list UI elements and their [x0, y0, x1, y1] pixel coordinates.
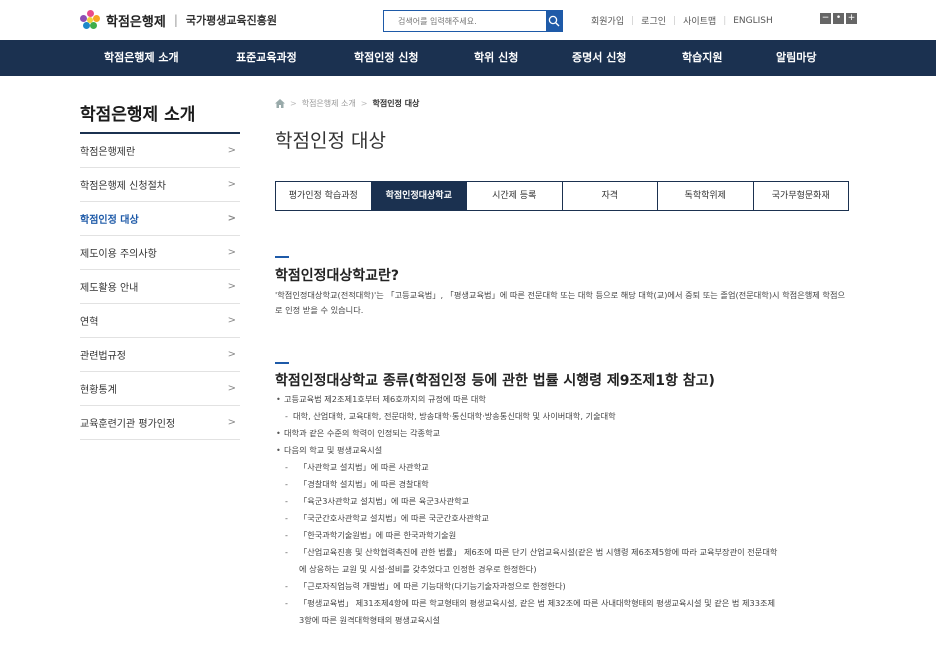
login-link[interactable]: 로그인 — [634, 14, 673, 27]
gnb-item-certificate[interactable]: 증명서 신청 — [572, 40, 626, 76]
tab-credit-schools[interactable]: 학점인정대상학교 — [371, 182, 467, 210]
list-item: 고등교육법 제2조제1호부터 제6호까지의 규정에 따른 대학 — [275, 391, 855, 408]
list-item: 「사관학교 설치법」에 따른 사관학교 — [275, 459, 855, 476]
section-marker — [275, 256, 289, 258]
gnb-item-notice[interactable]: 알림마당 — [776, 40, 816, 76]
sidebar-item-label: 학점은행제란 — [80, 147, 136, 158]
sidebar-item-label: 제도활용 안내 — [80, 283, 139, 294]
sidebar-item-label: 학점은행제 신청절차 — [80, 181, 166, 192]
list-item: 「국군간호사관학교 설치법」에 따른 국군간호사관학교 — [275, 510, 855, 527]
logo-organization: 국가평생교육진흥원 — [185, 14, 277, 27]
chevron-right-icon: > — [227, 315, 236, 326]
sidebar-item-procedure[interactable]: 학점은행제 신청절차 > — [80, 168, 240, 202]
sidebar-item-credit-target[interactable]: 학점인정 대상 > — [80, 202, 240, 236]
sidebar-item-label: 관련법규정 — [80, 351, 126, 362]
site-logo[interactable]: 학점은행제 | 국가평생교육진흥원 — [80, 10, 277, 30]
main-navigation: 학점은행제 소개 표준교육과정 학점인정 신청 학위 신청 증명서 신청 학습지… — [0, 40, 936, 76]
logo-title: 학점은행제 — [106, 14, 166, 30]
section-heading: 학점인정대상학교란? — [275, 268, 400, 284]
breadcrumb: > 학점은행제 소개 > 학점인정 대상 — [275, 98, 419, 109]
search-button[interactable] — [546, 11, 562, 31]
utility-links: 회원가입 | 로그인 | 사이트맵 | ENGLISH — [584, 14, 780, 28]
tab-self-study-degree[interactable]: 독학학위제 — [658, 182, 754, 210]
sidebar-item-label: 교육훈련기관 평가인정 — [80, 419, 176, 430]
list-item: 「경찰대학 설치법」에 따른 경찰대학 — [275, 476, 855, 493]
gnb-item-degree-apply[interactable]: 학위 신청 — [474, 40, 518, 76]
chevron-right-icon: > — [227, 349, 236, 360]
section-marker — [275, 362, 289, 364]
logo-flower-icon — [80, 10, 100, 30]
list-item: 다음의 학교 및 평생교육시설 — [275, 442, 855, 459]
sidebar-item-label: 현황통계 — [80, 385, 117, 396]
section-body: '학점인정대상학교(전적대학)'는 「고등교육법」, 「평생교육법」에 따른 전… — [275, 290, 846, 315]
sidebar-item-label: 제도이용 주의사항 — [80, 249, 157, 260]
zoom-controls: − • + — [820, 13, 857, 24]
logo-separator: | — [173, 13, 178, 27]
search-input[interactable] — [384, 11, 546, 31]
chevron-right-icon: > — [227, 281, 236, 292]
breadcrumb-separator: > — [360, 99, 368, 108]
chevron-right-icon: > — [227, 213, 236, 224]
list-item: 대학과 같은 수준의 학력이 인정되는 각종학교 — [275, 425, 855, 442]
zoom-out-icon[interactable]: − — [820, 13, 831, 24]
sidebar-item-regulations[interactable]: 관련법규정 > — [80, 338, 240, 372]
breadcrumb-item[interactable]: 학점은행제 소개 — [302, 98, 356, 109]
tab-intangible-heritage[interactable]: 국가무형문화재 — [754, 182, 849, 210]
list-item: 「근로자직업능력 개발법」에 따른 기능대학(다기능기술자과정으로 한정한다) — [275, 578, 855, 595]
search-icon — [548, 15, 560, 27]
sidebar-item-label: 연혁 — [80, 317, 99, 328]
signup-link[interactable]: 회원가입 — [584, 14, 631, 27]
sidebar-item-statistics[interactable]: 현황통계 > — [80, 372, 240, 406]
list-item: 대학, 산업대학, 교육대학, 전문대학, 방송대학·통신대학·방송통신대학 및… — [275, 408, 855, 425]
sidebar-item-history[interactable]: 연혁 > — [80, 304, 240, 338]
breadcrumb-current: 학점인정 대상 — [372, 99, 420, 108]
list-item: 「육군3사관학교 설치법」에 따른 육군3사관학교 — [275, 493, 855, 510]
gnb-item-learning-support[interactable]: 학습지원 — [682, 40, 722, 76]
sidebar-item-label: 학점인정 대상 — [80, 215, 139, 226]
list-item: 「평생교육법」 제31조제4항에 따른 학교형태의 평생교육시설, 같은 법 제… — [275, 595, 855, 612]
gnb-item-credit-apply[interactable]: 학점인정 신청 — [354, 40, 419, 76]
content-tabs: 평가인정 학습과정 학점인정대상학교 시간제 등록 자격 독학학위제 국가무형문… — [275, 181, 849, 211]
section-heading: 학점인정대상학교 종류(학점인정 등에 관한 법률 시행령 제9조제1항 참고) — [275, 373, 715, 389]
list-item: 3항에 따른 원격대학형태의 평생교육시설 — [299, 615, 441, 625]
tab-certification[interactable]: 자격 — [563, 182, 658, 210]
gnb-item-intro[interactable]: 학점은행제 소개 — [104, 40, 179, 76]
sidebar-item-institution-eval[interactable]: 교육훈련기관 평가인정 > — [80, 406, 240, 440]
chevron-right-icon: > — [227, 247, 236, 258]
sidebar-item-usage-guide[interactable]: 제도활용 안내 > — [80, 270, 240, 304]
home-icon[interactable] — [275, 99, 285, 108]
zoom-in-icon[interactable]: + — [846, 13, 857, 24]
sidebar-title: 학점은행제 소개 — [80, 105, 196, 125]
top-header: 학점은행제 | 국가평생교육진흥원 회원가입 | 로그인 | 사이트맵 | EN… — [0, 0, 936, 40]
page-title: 학점인정 대상 — [275, 130, 386, 152]
breadcrumb-separator: > — [290, 99, 297, 108]
zoom-reset-icon[interactable]: • — [833, 13, 844, 24]
chevron-right-icon: > — [227, 145, 236, 156]
sidebar-item-about[interactable]: 학점은행제란 > — [80, 134, 240, 168]
tab-evaluated-courses[interactable]: 평가인정 학습과정 — [276, 182, 372, 210]
sidebar-menu: 학점은행제란 > 학점은행제 신청절차 > 학점인정 대상 > 제도이용 주의사항 > … — [80, 134, 240, 440]
english-link[interactable]: ENGLISH — [726, 16, 780, 26]
chevron-right-icon: > — [227, 417, 236, 428]
school-type-list: 고등교육법 제2조제1호부터 제6호까지의 규정에 따른 대학 대학, 산업대학… — [275, 391, 855, 629]
gnb-item-curriculum[interactable]: 표준교육과정 — [236, 40, 297, 76]
sitemap-link[interactable]: 사이트맵 — [676, 14, 723, 27]
list-item: 「한국과학기술원법」에 따른 한국과학기술원 — [275, 527, 855, 544]
sidebar-item-cautions[interactable]: 제도이용 주의사항 > — [80, 236, 240, 270]
tab-part-time[interactable]: 시간제 등록 — [467, 182, 563, 210]
list-item: 에 상응하는 교원 및 시설·설비를 갖추었다고 인정한 경우로 한정한다) — [299, 564, 537, 574]
chevron-right-icon: > — [227, 383, 236, 394]
chevron-right-icon: > — [227, 179, 236, 190]
list-item: 「산업교육진흥 및 산학협력촉진에 관한 법률」 제6조에 따른 단기 산업교육… — [275, 544, 855, 561]
search-box — [383, 10, 563, 32]
